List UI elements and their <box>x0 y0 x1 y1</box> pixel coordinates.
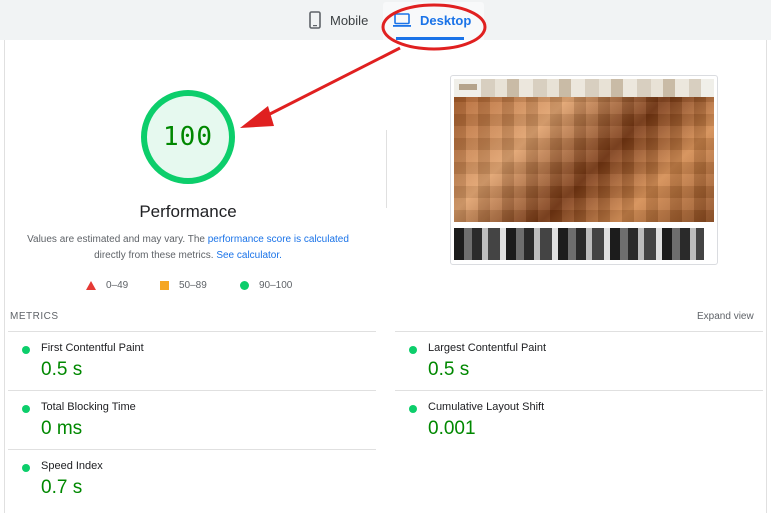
metric-value: 0 ms <box>41 418 83 439</box>
calculator-link[interactable]: See calculator. <box>216 250 282 261</box>
vertical-divider <box>386 130 387 208</box>
laptop-icon <box>393 13 411 27</box>
thumbnail-text-pixelated <box>454 228 704 260</box>
metric-largest-contentful-paint: Largest Contentful Paint 0.5 s <box>395 331 763 390</box>
metric-name: Total Blocking Time <box>41 401 136 413</box>
legend-pass-label: 90–100 <box>259 280 293 291</box>
metric-value: 0.5 s <box>428 359 470 380</box>
pass-circle-icon <box>409 405 417 413</box>
score-calculated-link[interactable]: performance score is calculated <box>208 234 349 245</box>
metric-value: 0.5 s <box>41 359 83 380</box>
performance-note: Values are estimated and may vary. The p… <box>20 232 356 264</box>
performance-title: Performance <box>139 202 237 221</box>
pass-circle-icon <box>22 346 30 354</box>
metric-name: Speed Index <box>41 460 103 472</box>
metric-speed-index: Speed Index 0.7 s <box>8 449 376 508</box>
tab-mobile[interactable]: Mobile <box>308 0 368 40</box>
metric-name: Largest Contentful Paint <box>428 342 547 354</box>
legend-fail: 0–49 <box>86 280 128 291</box>
page-screenshot-thumbnail[interactable] <box>450 75 718 265</box>
legend-average: 50–89 <box>160 280 207 291</box>
performance-score-value: 100 <box>163 122 213 152</box>
tab-desktop-label: Desktop <box>420 12 472 28</box>
note-prefix: Values are estimated and may vary. The <box>27 234 208 245</box>
pass-circle-icon <box>22 405 30 413</box>
metric-value: 0.001 <box>428 418 476 439</box>
metric-name: Cumulative Layout Shift <box>428 401 545 413</box>
thumbnail-hero-pixelated <box>454 97 714 222</box>
metric-name: First Contentful Paint <box>41 342 144 354</box>
metric-total-blocking-time: Total Blocking Time 0 ms <box>8 390 376 449</box>
legend-average-label: 50–89 <box>179 280 207 291</box>
legend-fail-label: 0–49 <box>106 280 129 291</box>
tab-desktop[interactable]: Desktop <box>392 0 471 40</box>
note-middle: directly from these metrics. <box>94 250 217 261</box>
tab-mobile-label: Mobile <box>330 12 369 28</box>
metrics-heading: METRICS <box>10 311 59 322</box>
thumbnail-logo <box>459 84 477 90</box>
legend-pass: 90–100 <box>240 280 292 291</box>
circle-icon <box>240 281 249 290</box>
pass-circle-icon <box>409 346 417 354</box>
metric-value: 0.7 s <box>41 477 83 498</box>
expand-view-toggle[interactable]: Expand view <box>697 311 754 322</box>
thumbnail-nav-pixelated <box>481 79 701 97</box>
square-icon <box>160 281 169 290</box>
triangle-icon <box>86 281 96 290</box>
pass-circle-icon <box>22 464 30 472</box>
metric-first-contentful-paint: First Contentful Paint 0.5 s <box>8 331 376 390</box>
phone-icon <box>309 11 321 29</box>
metric-cumulative-layout-shift: Cumulative Layout Shift 0.001 <box>395 390 763 449</box>
